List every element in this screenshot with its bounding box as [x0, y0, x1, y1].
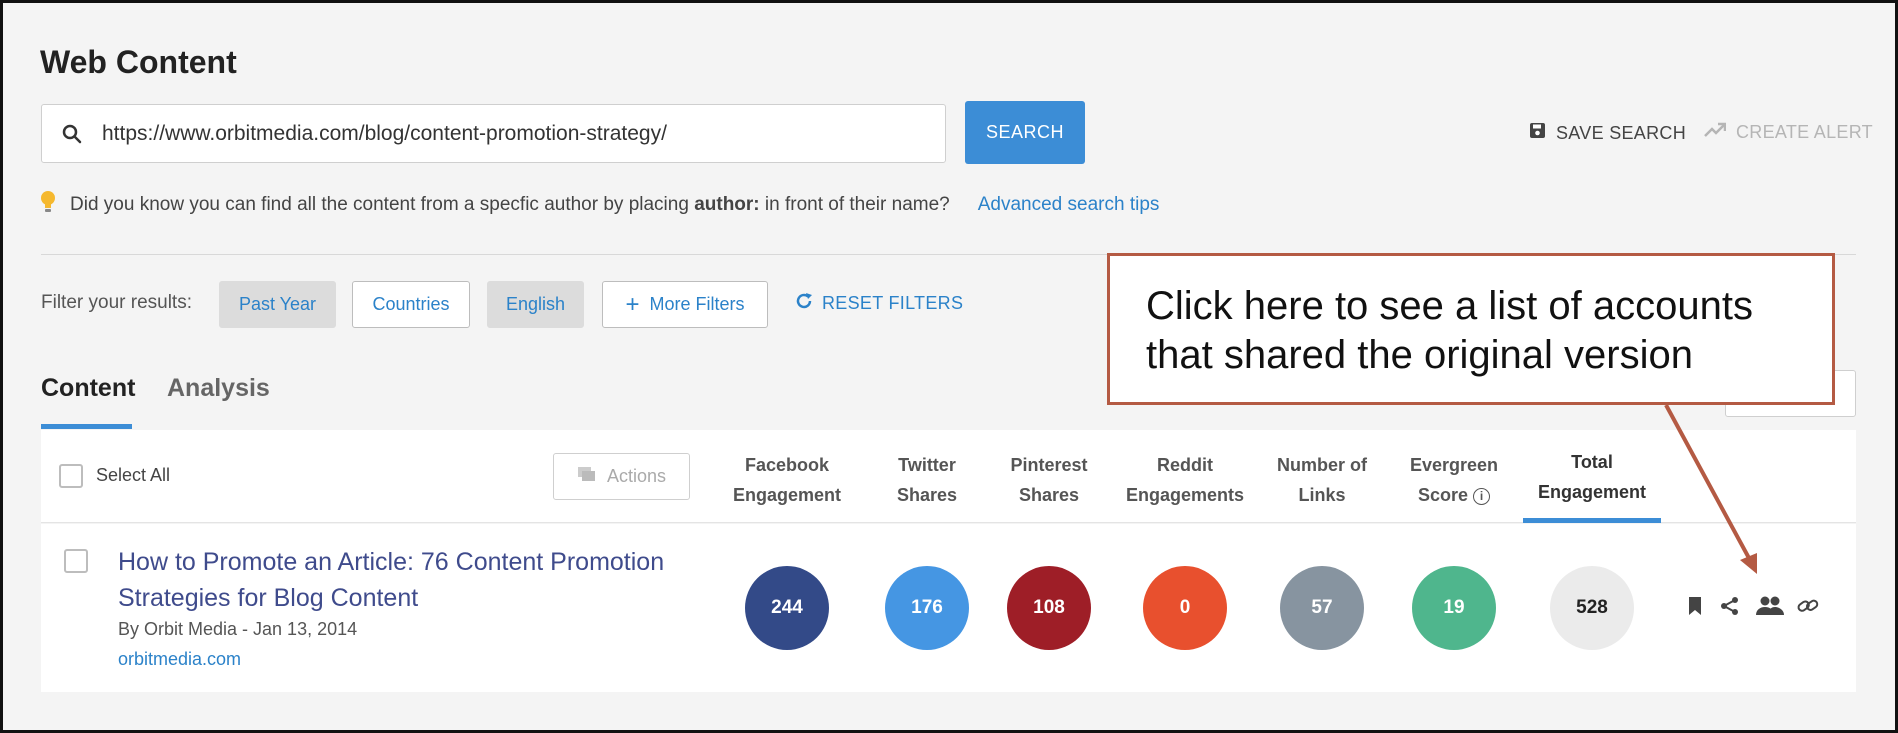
article-domain-link[interactable]: orbitmedia.com	[118, 649, 241, 670]
tip-keyword: author:	[694, 194, 760, 215]
col-total-engagement[interactable]: Total Engagement	[1527, 447, 1657, 507]
twitter-shares-value: 176	[885, 566, 969, 650]
annotation-callout: Click here to see a list of accounts tha…	[1107, 253, 1835, 405]
tab-content[interactable]: Content	[41, 374, 135, 403]
col-evergreen-score[interactable]: Evergreen Score i	[1389, 450, 1519, 510]
actions-button[interactable]: Actions	[553, 453, 690, 500]
save-search-label: SAVE SEARCH	[1556, 122, 1687, 143]
link-icon[interactable]	[1797, 596, 1819, 621]
col-facebook-engagement[interactable]: Facebook Engagement	[722, 450, 852, 510]
filter-past-year[interactable]: Past Year	[219, 281, 336, 328]
create-alert-button[interactable]: CREATE ALERT	[1704, 122, 1873, 143]
share-icon[interactable]	[1720, 596, 1740, 621]
lightbulb-icon	[40, 190, 56, 220]
shared-by-accounts-icon[interactable]	[1756, 596, 1784, 621]
col-reddit-engagements[interactable]: Reddit Engagements	[1120, 450, 1250, 510]
search-box[interactable]	[41, 104, 946, 163]
reset-filters-button[interactable]: RESET FILTERS	[795, 292, 963, 315]
active-tab-indicator	[41, 424, 132, 429]
select-all-checkbox[interactable]	[59, 464, 83, 488]
bookmark-icon[interactable]	[1688, 596, 1702, 621]
reddit-engagements-value: 0	[1143, 566, 1227, 650]
tip-text: Did you know you can find all the conten…	[70, 194, 950, 215]
filter-label: Filter your results:	[41, 292, 192, 313]
select-all-label: Select All	[96, 465, 171, 485]
search-icon	[42, 124, 102, 144]
info-icon[interactable]: i	[1473, 488, 1491, 505]
col-number-of-links[interactable]: Number of Links	[1257, 450, 1387, 510]
create-alert-label: CREATE ALERT	[1736, 122, 1873, 142]
copy-icon	[577, 466, 597, 487]
search-button[interactable]: SEARCH	[965, 101, 1085, 164]
evergreen-score-value: 19	[1412, 566, 1496, 650]
more-filters-label: More Filters	[649, 294, 745, 314]
total-engagement-value: 528	[1550, 566, 1634, 650]
save-icon	[1529, 122, 1546, 144]
facebook-engagement-value: 244	[745, 566, 829, 650]
col-pinterest-shares[interactable]: Pinterest Shares	[984, 450, 1114, 510]
more-filters-button[interactable]: + More Filters	[602, 281, 768, 328]
number-of-links-value: 57	[1280, 566, 1364, 650]
filter-english[interactable]: English	[487, 281, 584, 328]
article-meta: By Orbit Media - Jan 13, 2014	[118, 619, 358, 639]
advanced-search-tips-link[interactable]: Advanced search tips	[978, 194, 1160, 216]
row-checkbox[interactable]	[64, 549, 88, 573]
page-title: Web Content	[40, 44, 237, 80]
reset-filters-label: RESET FILTERS	[822, 293, 964, 313]
search-tip: Did you know you can find all the conten…	[40, 190, 1159, 220]
pinterest-shares-value: 108	[1007, 566, 1091, 650]
save-search-button[interactable]: SAVE SEARCH	[1529, 122, 1686, 144]
sorted-column-indicator	[1523, 518, 1661, 523]
trending-up-icon	[1704, 122, 1727, 143]
col-twitter-shares[interactable]: Twitter Shares	[862, 450, 992, 510]
filter-countries[interactable]: Countries	[352, 281, 470, 328]
plus-icon: +	[625, 290, 640, 318]
article-title-link[interactable]: How to Promote an Article: 76 Content Pr…	[118, 544, 708, 616]
table-row: How to Promote an Article: 76 Content Pr…	[41, 524, 1856, 692]
actions-label: Actions	[606, 466, 667, 486]
callout-text: Click here to see a list of accounts tha…	[1146, 284, 1753, 377]
search-input[interactable]	[102, 121, 922, 146]
refresh-icon	[795, 292, 813, 315]
tab-analysis[interactable]: Analysis	[167, 374, 270, 403]
table-header: Select All Actions Facebook Engagement Tw…	[41, 430, 1856, 523]
